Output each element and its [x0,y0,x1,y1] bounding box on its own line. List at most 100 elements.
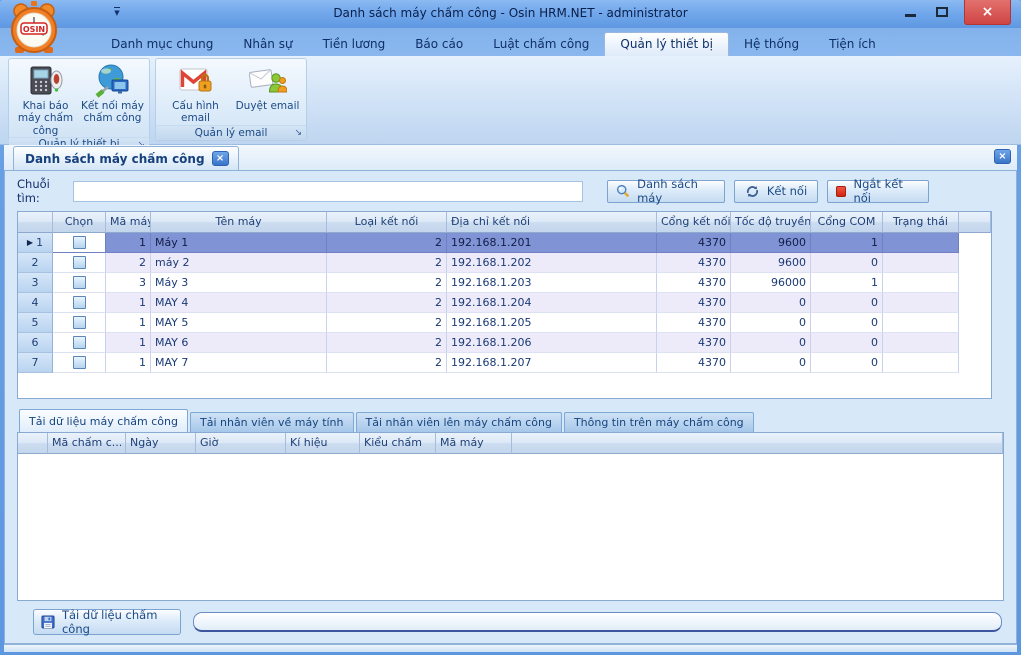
cell-loai-ket-noi: 2 [327,293,447,313]
maximize-button[interactable] [926,0,958,22]
cell-filler [959,273,991,293]
row-indicator[interactable]: ▶1 [18,233,53,253]
duyet-email-button[interactable]: Duyệt email [232,61,303,125]
cell-toc-do: 9600 [731,253,811,273]
danh-sach-may-button[interactable]: Danh sách máy [607,180,725,203]
row-select-cell [53,273,106,293]
column-header-ma-may[interactable]: Mã máy [436,433,512,454]
minimize-button[interactable] [894,0,926,22]
row-checkbox[interactable] [73,296,86,309]
cell-filler [959,313,991,333]
ribbon-tab-tien-luong[interactable]: Tiền lương [308,33,401,56]
tab-thong-tin-tren-may-cham-cong[interactable]: Thông tin trên máy chấm công [564,412,754,432]
cau-hinh-email-button[interactable]: Cấu hình email [159,61,232,125]
cell-cong: 4370 [657,313,731,333]
ket-noi-button[interactable]: Kết nối [734,180,818,203]
machine-row[interactable]: 3 3 Máy 3 2 192.168.1.203 4370 96000 1 [18,273,991,293]
stop-icon [836,186,846,197]
header-indicator [18,433,48,454]
row-indicator[interactable]: 2 [18,253,53,273]
cell-com: 0 [811,333,883,353]
download-progress-bar [193,612,1002,632]
row-indicator[interactable]: 6 [18,333,53,353]
column-header-ki-hieu[interactable]: Kí hiệu [286,433,360,454]
row-select-cell [53,253,106,273]
ket-noi-may-cham-cong-button[interactable]: Kết nối máy chấm công [79,61,146,137]
machine-row[interactable]: 4 1 MAY 4 2 192.168.1.204 4370 0 0 [18,293,991,313]
tab-tai-nhan-vien-len-may-cham-cong[interactable]: Tải nhân viên lên máy chấm công [356,412,562,432]
row-checkbox[interactable] [73,316,86,329]
gmail-lock-icon [178,63,214,99]
ribbon-tab-nhan-su[interactable]: Nhân sự [228,33,307,56]
close-button[interactable]: × [964,0,1011,25]
machine-row[interactable]: 7 1 MAY 7 2 192.168.1.207 4370 0 0 [18,353,991,373]
tai-du-lieu-cham-cong-button[interactable]: Tải dữ liệu chấm công [33,609,181,635]
cell-dia-chi: 192.168.1.207 [447,353,657,373]
svg-text:OSIN: OSIN [23,25,45,34]
ribbon-tab-he-thong[interactable]: Hệ thống [729,33,814,56]
footer-bar: Tải dữ liệu chấm công [17,607,1004,637]
sync-icon [745,184,760,199]
ribbon-group-quan-ly-thiet-bi: Khai báo máy chấm công [8,58,150,141]
tab-close-icon[interactable]: × [212,151,229,166]
document-strip-close-icon[interactable]: × [994,149,1011,164]
khai-bao-may-cham-cong-button[interactable]: Khai báo máy chấm công [12,61,79,137]
column-header-dia-chi-ket-noi[interactable]: Địa chỉ kết nối [447,212,657,233]
globe-connect-icon [95,63,131,99]
row-checkbox[interactable] [73,336,86,349]
ribbon-tab-danh-muc-chung[interactable]: Danh mục chung [96,33,228,56]
column-header-ma-may[interactable]: Mã máy [106,212,151,233]
column-header-toc-do-truyen[interactable]: Tốc độ truyền [731,212,811,233]
document-tab-danh-sach-may-cham-cong[interactable]: Danh sách máy chấm công × [13,146,239,170]
row-indicator[interactable]: 5 [18,313,53,333]
window-controls: × [894,0,1011,25]
row-checkbox[interactable] [73,356,86,369]
dialog-launcher-icon[interactable]: ↘ [294,128,302,138]
ribbon-tab-quan-ly-thiet-bi[interactable]: Quản lý thiết bị [604,32,729,56]
row-indicator[interactable]: 7 [18,353,53,373]
ribbon-tab-tien-ich[interactable]: Tiện ích [814,33,891,56]
osin-clock-logo[interactable]: OSIN [6,1,62,57]
row-select-cell [53,313,106,333]
search-label: Chuỗi tìm: [17,177,73,205]
machine-row[interactable]: 6 1 MAY 6 2 192.168.1.206 4370 0 0 [18,333,991,353]
column-header-trang-thai[interactable]: Trạng thái [883,212,959,233]
row-select-cell [53,353,106,373]
machine-row[interactable]: ▶1 1 Máy 1 2 192.168.1.201 4370 9600 1 [18,233,991,253]
attendance-data-grid: Mã chấm c... Ngày Giờ Kí hiệu Kiểu chấm … [17,432,1004,601]
ngat-ket-noi-button[interactable]: Ngắt kết nối [827,180,929,203]
cell-trang-thai [883,293,959,313]
tab-tai-du-lieu-may-cham-cong[interactable]: Tải dữ liệu máy chấm công [19,409,188,432]
ribbon-tab-luat-cham-cong[interactable]: Luật chấm công [478,33,604,56]
column-header-kieu-cham[interactable]: Kiểu chấm [360,433,436,454]
cell-dia-chi: 192.168.1.204 [447,293,657,313]
cell-ten-may: MAY 5 [151,313,327,333]
row-indicator[interactable]: 3 [18,273,53,293]
group-label-quan-ly-email: Quản lý email ↘ [156,125,306,140]
machine-row[interactable]: 2 2 máy 2 2 192.168.1.202 4370 9600 0 [18,253,991,273]
row-indicator[interactable]: 4 [18,293,53,313]
column-header-ma-cham-cong[interactable]: Mã chấm c... [48,433,126,454]
close-icon: × [982,4,994,20]
column-header-gio[interactable]: Giờ [196,433,286,454]
column-header-cong-ket-noi[interactable]: Cổng kết nối [657,212,731,233]
row-checkbox[interactable] [73,256,86,269]
column-header-loai-ket-noi[interactable]: Loại kết nối [327,212,447,233]
column-header-chon[interactable]: Chọn [53,212,106,233]
current-row-marker-icon: ▶ [27,233,33,252]
column-header-ngay[interactable]: Ngày [126,433,196,454]
tab-tai-nhan-vien-ve-may-tinh[interactable]: Tải nhân viên về máy tính [190,412,354,432]
cell-com: 1 [811,233,883,253]
machine-row[interactable]: 5 1 MAY 5 2 192.168.1.205 4370 0 0 [18,313,991,333]
column-header-cong-com[interactable]: Cổng COM [811,212,883,233]
cell-toc-do: 0 [731,353,811,373]
column-header-ten-may[interactable]: Tên máy [151,212,327,233]
search-input[interactable] [73,181,583,202]
cell-ma-may: 3 [106,273,151,293]
cell-dia-chi: 192.168.1.202 [447,253,657,273]
row-checkbox[interactable] [73,236,86,249]
cell-com: 0 [811,353,883,373]
cell-trang-thai [883,333,959,353]
row-checkbox[interactable] [73,276,86,289]
ribbon-tab-bao-cao[interactable]: Báo cáo [400,33,478,56]
